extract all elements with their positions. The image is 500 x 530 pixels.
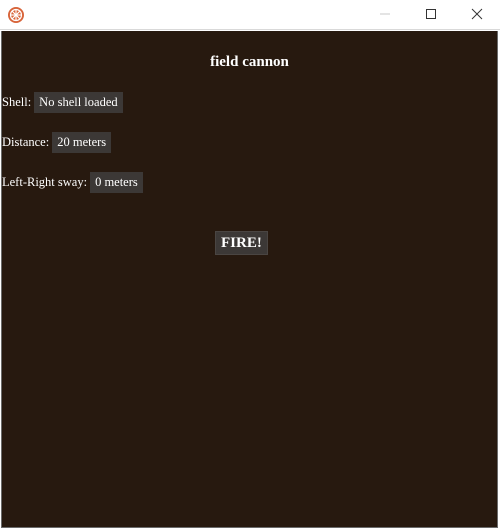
close-icon (471, 5, 483, 24)
distance-row: Distance: 20 meters (2, 131, 112, 153)
shell-value: No shell loaded (34, 91, 123, 113)
sway-row: Left-Right sway: 0 meters (2, 171, 143, 193)
close-button[interactable] (454, 0, 500, 29)
maximize-button[interactable] (408, 0, 454, 29)
page-title: field cannon (210, 54, 289, 70)
minimize-icon (379, 5, 391, 24)
distance-value[interactable]: 20 meters (52, 131, 112, 153)
minimize-button[interactable] (362, 0, 408, 29)
sway-value[interactable]: 0 meters (90, 171, 143, 193)
cannon-panel: field cannon Shell: No shell loaded Dist… (1, 31, 498, 528)
shell-label: Shell: (2, 94, 32, 109)
sway-label: Left-Right sway: (2, 174, 88, 189)
app-icon (7, 6, 25, 24)
shell-row: Shell: No shell loaded (2, 91, 123, 113)
distance-label: Distance: (2, 134, 50, 149)
title-bar[interactable] (0, 0, 500, 30)
fire-button[interactable]: FIRE! (215, 231, 268, 255)
app-window: field cannon Shell: No shell loaded Dist… (0, 0, 500, 530)
maximize-icon (425, 5, 437, 24)
